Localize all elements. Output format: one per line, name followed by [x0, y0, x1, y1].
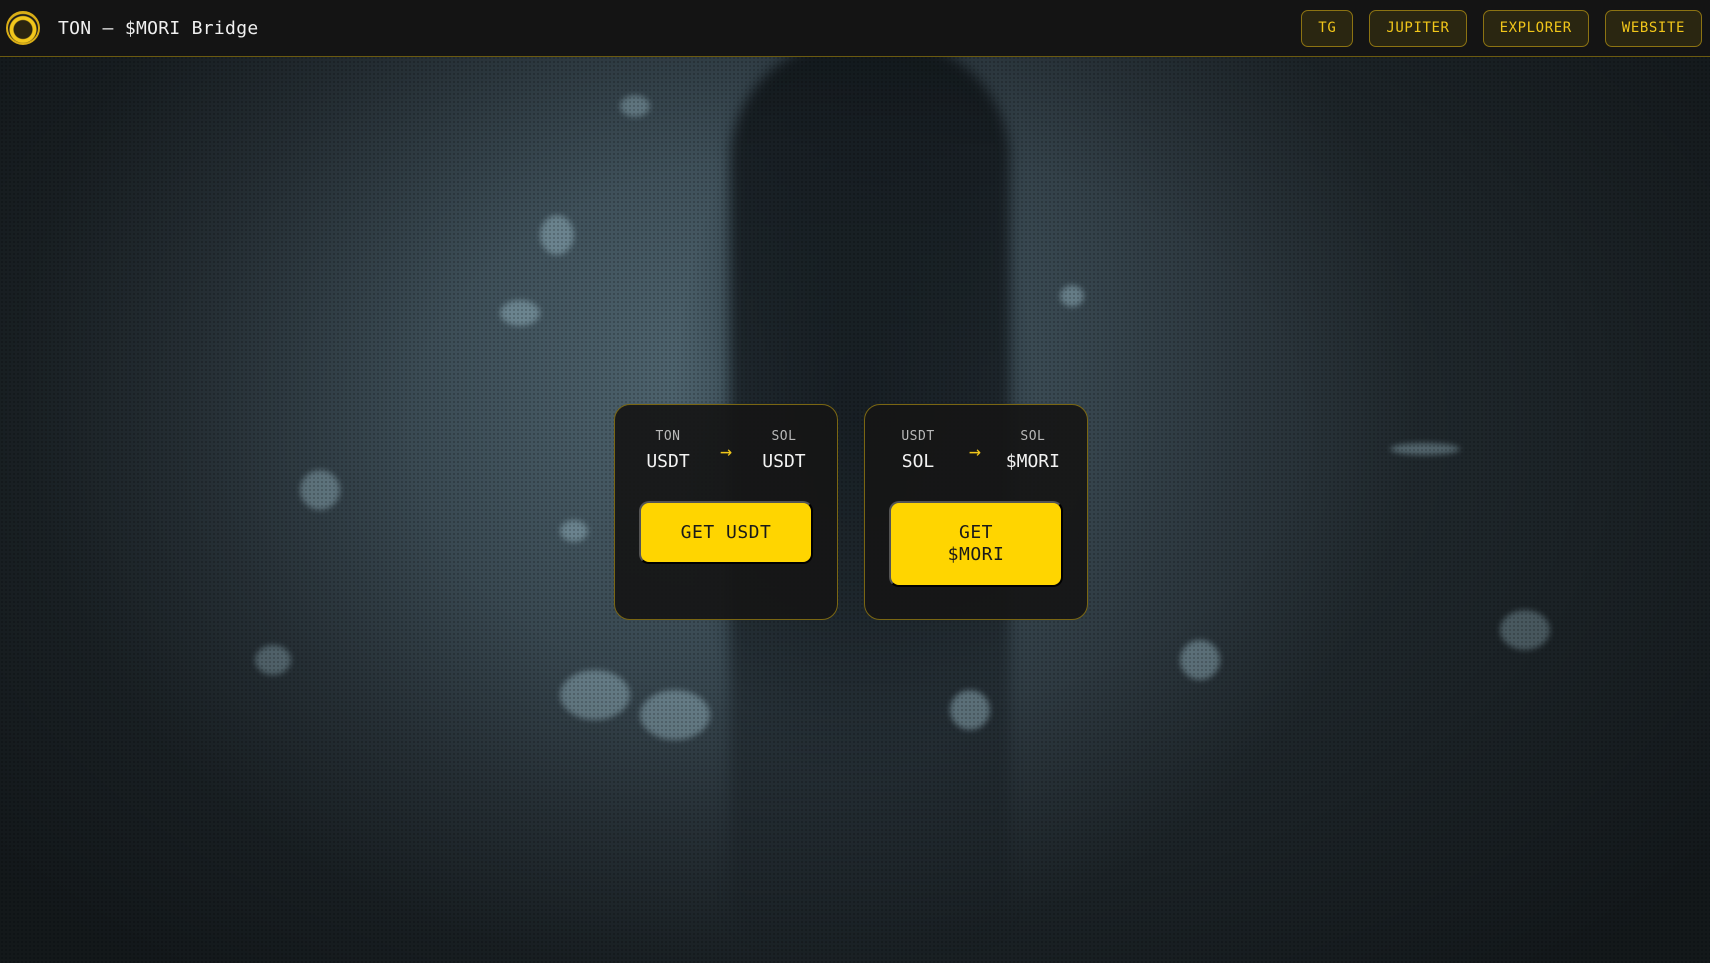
to-chain-label: SOL [1020, 429, 1046, 444]
top-bar: TON – $MORI Bridge TG JUPITER EXPLORER W… [0, 0, 1710, 57]
nav-button-explorer[interactable]: EXPLORER [1482, 9, 1589, 47]
from-chain-label: USDT [901, 429, 935, 444]
to-symbol: $MORI [1005, 451, 1060, 472]
from-token: USDT SOL [892, 429, 944, 473]
nav-button-jupiter[interactable]: JUPITER [1369, 9, 1467, 47]
swap-route: TON USDT → SOL USDT [639, 429, 813, 473]
arrow-right-icon: → [719, 439, 733, 463]
nav-button-tg[interactable]: TG [1301, 9, 1354, 47]
app-title: TON – $MORI Bridge [58, 17, 259, 39]
get-mori-button[interactable]: GET $MORI [889, 501, 1063, 587]
bridge-card-usdt: TON USDT → SOL USDT GET USDT [614, 404, 838, 620]
to-token: SOL USDT [758, 429, 810, 473]
to-token: SOL $MORI [1006, 429, 1060, 473]
from-symbol: SOL [901, 451, 935, 472]
get-usdt-button[interactable]: GET USDT [639, 501, 813, 564]
arrow-right-icon: → [968, 439, 981, 463]
to-chain-label: SOL [771, 429, 797, 444]
to-symbol: USDT [762, 451, 806, 472]
background-scene [0, 0, 1710, 963]
from-chain-label: TON [655, 429, 681, 444]
nav-button-website[interactable]: WEBSITE [1604, 9, 1702, 47]
from-token: TON USDT [642, 429, 694, 473]
vignette-overlay [0, 0, 1710, 963]
from-symbol: USDT [646, 451, 690, 472]
swap-route: USDT SOL → SOL $MORI [889, 429, 1063, 473]
nav-links: TG JUPITER EXPLORER WEBSITE [1301, 9, 1702, 47]
mori-coin-logo-icon[interactable] [6, 11, 40, 45]
bridge-card-mori: USDT SOL → SOL $MORI GET $MORI [864, 404, 1088, 620]
